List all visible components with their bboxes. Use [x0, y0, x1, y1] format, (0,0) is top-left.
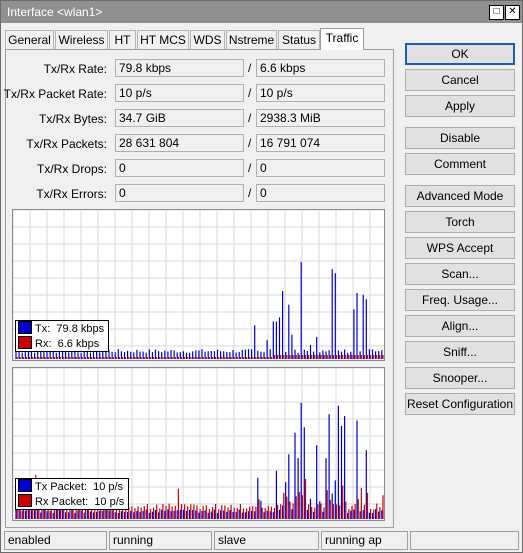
legend-rx-packet-name: Rx Packet:: [35, 496, 89, 508]
wps-accept-button[interactable]: WPS Accept: [405, 237, 515, 259]
rx-packet-rate-field: 10 p/s: [256, 84, 385, 102]
legend-rx-value: 6.6 kbps: [57, 338, 100, 350]
rx-errors-field: 0: [256, 184, 385, 202]
legend-tx-packet: Tx Packet: 10 p/s: [16, 479, 128, 494]
legend-tx-name: Tx:: [35, 323, 51, 335]
rx-swatch-icon: [18, 336, 32, 349]
disable-button[interactable]: Disable: [405, 127, 515, 149]
legend-tx-packet-name: Tx Packet:: [35, 481, 87, 493]
rx-rate-field: 6.6 kbps: [256, 59, 385, 77]
tx-drops-field: 0: [115, 159, 244, 177]
tx-bytes-field: 34.7 GiB: [115, 109, 244, 127]
snooper-button[interactable]: Snooper...: [405, 367, 515, 389]
ok-button[interactable]: OK: [405, 43, 515, 65]
traffic-legend: Tx: 79.8 kbps Rx: 6.6 kbps: [15, 320, 110, 352]
scan-button[interactable]: Scan...: [405, 263, 515, 285]
rx-packets-field: 16 791 074: [256, 134, 385, 152]
tx-swatch-icon: [18, 321, 32, 334]
rx-bytes-field: 2938.3 MiB: [256, 109, 385, 127]
close-icon[interactable]: ✕: [505, 5, 520, 20]
legend-tx-packet-value: 10 p/s: [93, 481, 124, 493]
cancel-button[interactable]: Cancel: [405, 69, 515, 91]
tx-rx-packet-rate-label: Tx/Rx Packet Rate:: [3, 87, 107, 101]
separator: /: [248, 161, 252, 175]
tx-swatch-icon: [18, 479, 32, 492]
title-bar[interactable]: Interface <wlan1> □ ✕: [1, 1, 522, 23]
align-button[interactable]: Align...: [405, 315, 515, 337]
rx-drops-field: 0: [256, 159, 385, 177]
tab-ht[interactable]: HT: [109, 30, 136, 49]
traffic-graph: Tx: 79.8 kbps Rx: 6.6 kbps: [12, 209, 385, 361]
window-title: Interface <wlan1>: [7, 5, 103, 19]
tx-rx-errors-label: Tx/Rx Errors:: [36, 187, 107, 201]
separator: /: [248, 61, 252, 75]
advanced-mode-button[interactable]: Advanced Mode: [405, 185, 515, 207]
tx-errors-field: 0: [115, 184, 244, 202]
tx-rx-bytes-label: Tx/Rx Bytes:: [38, 112, 107, 126]
tab-wireless[interactable]: Wireless: [55, 30, 108, 49]
rx-swatch-icon: [18, 494, 32, 507]
legend-rx-packet-value: 10 p/s: [94, 496, 125, 508]
status-empty: [410, 531, 519, 550]
tab-nstreme[interactable]: Nstreme: [226, 30, 277, 49]
tab-ht-mcs[interactable]: HT MCS: [137, 30, 189, 49]
apply-button[interactable]: Apply: [405, 95, 515, 117]
separator: /: [248, 136, 252, 150]
interface-window: Interface <wlan1> □ ✕ General Wireless H…: [0, 0, 523, 553]
legend-rx-name: Rx:: [35, 338, 52, 350]
tab-traffic[interactable]: Traffic: [320, 28, 364, 50]
legend-rx: Rx: 6.6 kbps: [16, 336, 108, 351]
tab-status[interactable]: Status: [278, 30, 320, 49]
tx-packets-field: 28 631 804: [115, 134, 244, 152]
status-running-ap: running ap: [321, 531, 408, 550]
tx-rx-rate-label: Tx/Rx Rate:: [43, 62, 107, 76]
tx-rx-packets-label: Tx/Rx Packets:: [26, 137, 107, 151]
tab-wds[interactable]: WDS: [190, 30, 225, 49]
packet-legend: Tx Packet: 10 p/s Rx Packet: 10 p/s: [15, 478, 130, 510]
separator: /: [248, 86, 252, 100]
reset-configuration-button[interactable]: Reset Configuration: [405, 393, 515, 415]
status-enabled: enabled: [4, 531, 107, 550]
tab-general[interactable]: General: [5, 30, 54, 49]
torch-button[interactable]: Torch: [405, 211, 515, 233]
separator: /: [248, 186, 252, 200]
separator: /: [248, 111, 252, 125]
tx-rate-field: 79.8 kbps: [115, 59, 244, 77]
freq-usage-button[interactable]: Freq. Usage...: [405, 289, 515, 311]
restore-icon[interactable]: □: [489, 5, 504, 20]
sniff-button[interactable]: Sniff...: [405, 341, 515, 363]
legend-tx: Tx: 79.8 kbps: [16, 321, 108, 336]
tx-packet-rate-field: 10 p/s: [115, 84, 244, 102]
status-running: running: [109, 531, 212, 550]
status-slave: slave: [214, 531, 319, 550]
packet-graph: Tx Packet: 10 p/s Rx Packet: 10 p/s: [12, 367, 385, 521]
legend-rx-packet: Rx Packet: 10 p/s: [16, 494, 128, 509]
comment-button[interactable]: Comment: [405, 153, 515, 175]
legend-tx-value: 79.8 kbps: [56, 323, 105, 335]
tx-rx-drops-label: Tx/Rx Drops:: [36, 162, 107, 176]
